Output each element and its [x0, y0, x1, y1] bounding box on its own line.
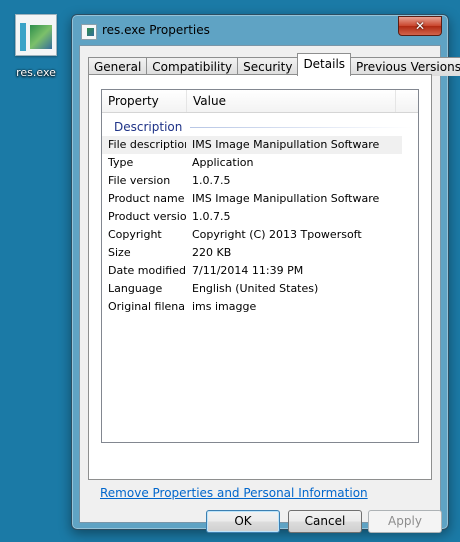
property-value: Application — [192, 156, 254, 169]
list-item[interactable]: Type Application — [102, 154, 418, 172]
list-item[interactable]: Size 220 KB — [102, 244, 418, 262]
exe-file-icon — [81, 24, 97, 40]
property-name: Product version — [108, 210, 186, 223]
list-item[interactable]: File description IMS Image Manipullation… — [102, 136, 402, 154]
property-name: Copyright — [108, 228, 162, 241]
list-item[interactable]: Copyright Copyright (C) 2013 Tpowersoft — [102, 226, 418, 244]
tab-strip: General Compatibility Security Details P… — [88, 53, 460, 76]
property-value: ims imagge — [192, 300, 257, 313]
tab-details[interactable]: Details — [297, 53, 352, 76]
property-value: Copyright (C) 2013 Tpowersoft — [192, 228, 362, 241]
list-item[interactable]: Language English (United States) — [102, 280, 418, 298]
dialog-client-area: General Compatibility Security Details P… — [79, 45, 460, 533]
property-name: Date modified — [108, 264, 186, 277]
list-item[interactable]: Date modified 7/11/2014 11:39 PM — [102, 262, 418, 280]
list-header: Property Value — [102, 90, 418, 113]
exe-file-icon — [15, 14, 57, 56]
list-item[interactable]: Product version 1.0.7.5 — [102, 208, 418, 226]
property-value: 1.0.7.5 — [192, 174, 231, 187]
property-name: Language — [108, 282, 163, 295]
column-header-value[interactable]: Value — [187, 90, 396, 112]
property-value: IMS Image Manipullation Software — [192, 138, 380, 151]
column-header-filler — [396, 90, 418, 112]
apply-button[interactable]: Apply — [368, 510, 442, 533]
property-name: Original filename — [108, 300, 186, 313]
column-header-property[interactable]: Property — [102, 90, 187, 112]
desktop-file-icon[interactable]: res.exe — [8, 14, 64, 84]
close-icon: ✕ — [414, 19, 426, 33]
list-item[interactable]: Product name IMS Image Manipullation Sof… — [102, 190, 418, 208]
property-name: File description — [108, 138, 186, 151]
property-name: Product name — [108, 192, 185, 205]
property-name: Type — [108, 156, 134, 169]
window-title: res.exe Properties — [102, 23, 210, 37]
property-value: English (United States) — [192, 282, 319, 295]
close-button[interactable]: ✕ — [398, 16, 442, 36]
list-item[interactable]: File version 1.0.7.5 — [102, 172, 418, 190]
property-value: 7/11/2014 11:39 PM — [192, 264, 304, 277]
group-description: Description — [102, 118, 418, 136]
title-bar[interactable]: res.exe Properties ✕ — [72, 15, 448, 45]
cancel-button[interactable]: Cancel — [288, 510, 362, 533]
details-list[interactable]: Property Value Description File descript… — [101, 89, 419, 443]
property-value: 220 KB — [192, 246, 232, 259]
properties-window: res.exe Properties ✕ General Compatibili… — [71, 14, 460, 533]
property-value: IMS Image Manipullation Software — [192, 192, 380, 205]
group-divider — [190, 127, 412, 128]
property-name: Size — [108, 246, 131, 259]
list-item[interactable]: Original filename ims imagge — [102, 298, 418, 316]
remove-properties-link[interactable]: Remove Properties and Personal Informati… — [100, 486, 368, 500]
group-label: Description — [114, 120, 183, 134]
ok-button[interactable]: OK — [206, 510, 280, 533]
details-tab-page: Property Value Description File descript… — [88, 74, 432, 480]
desktop-icon-label: res.exe — [16, 66, 56, 79]
property-value: 1.0.7.5 — [192, 210, 231, 223]
property-name: File version — [108, 174, 171, 187]
